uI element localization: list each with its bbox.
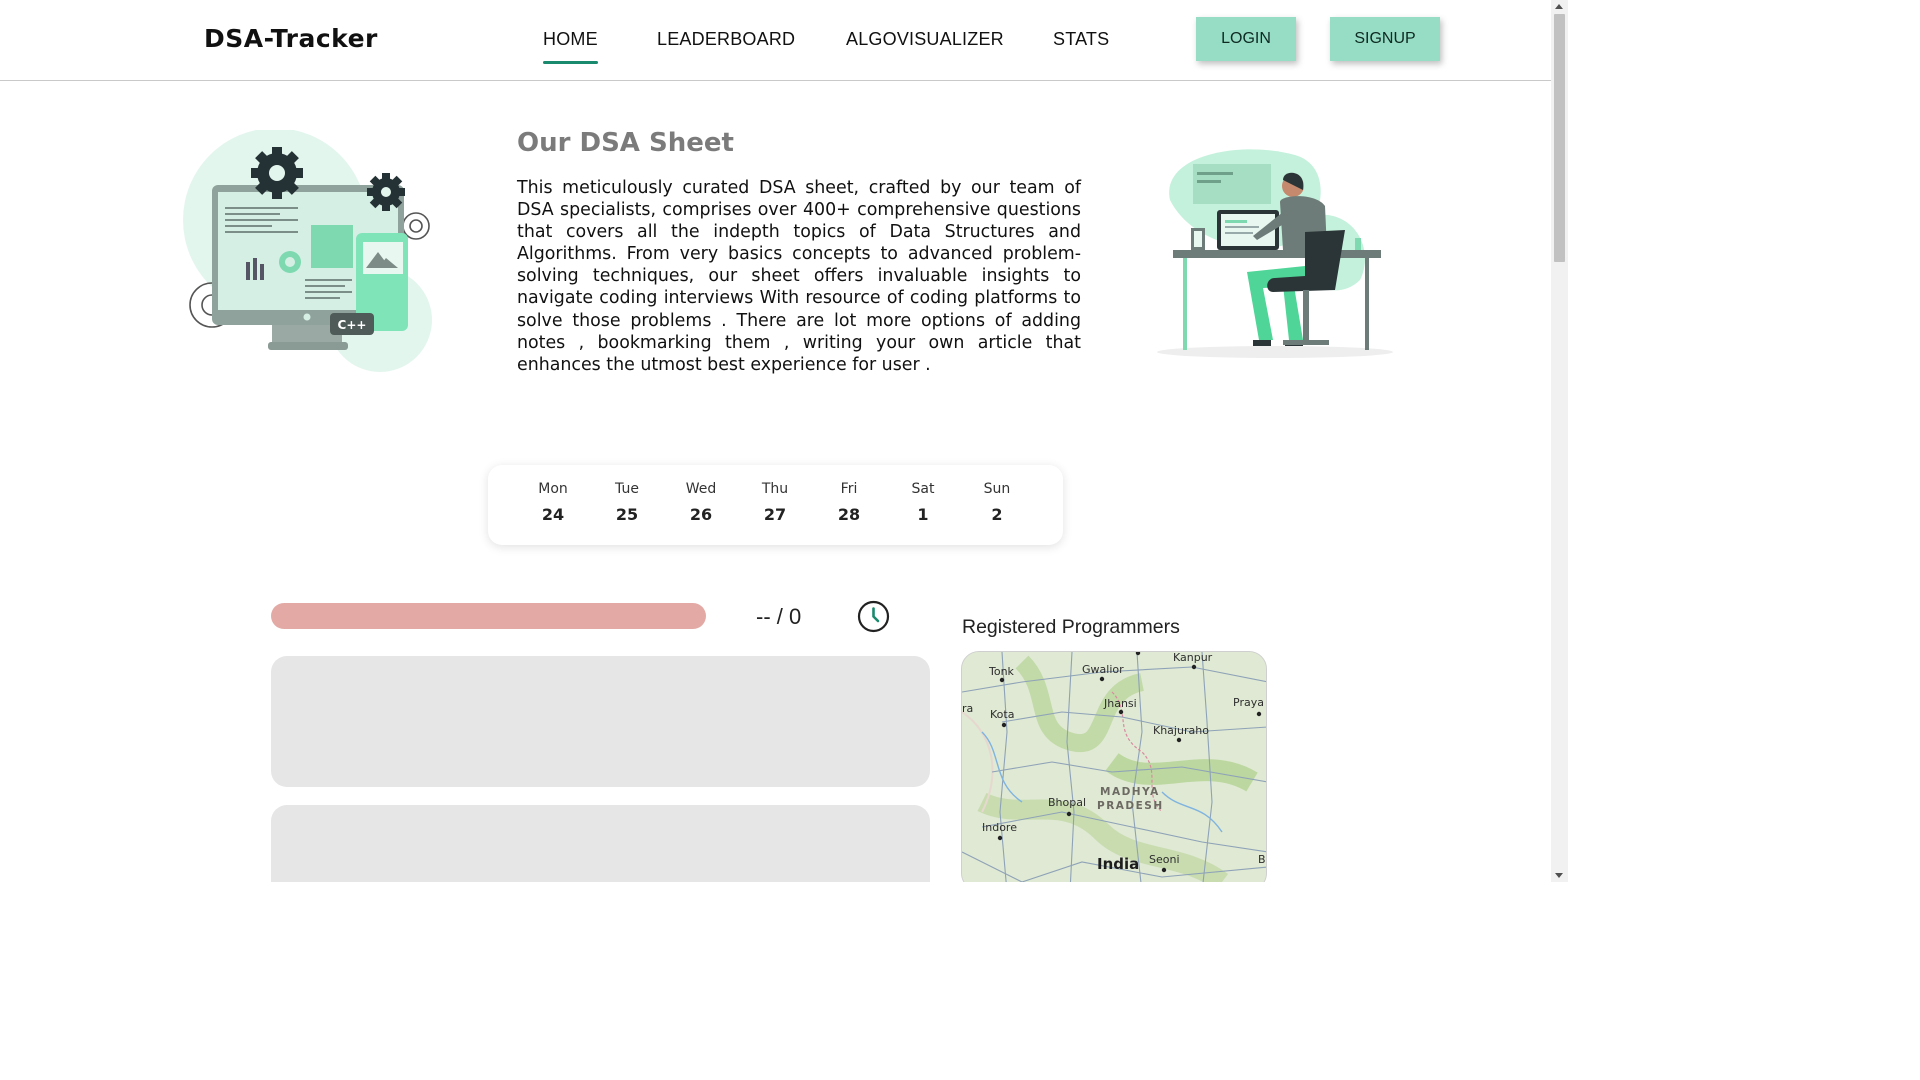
map-city-label: Khajuraho bbox=[1153, 724, 1209, 737]
navbar: DSA-Tracker HOME LEADERBOARD ALGOVISUALI… bbox=[0, 0, 1551, 81]
calendar-day-name: Sun bbox=[983, 481, 1011, 497]
calendar-day-date: 27 bbox=[763, 505, 787, 524]
calendar-day-name: Sat bbox=[911, 481, 935, 497]
progress-bar bbox=[271, 603, 706, 629]
page: DSA-Tracker HOME LEADERBOARD ALGOVISUALI… bbox=[0, 0, 1568, 882]
map-city-label: Gwalior bbox=[1082, 663, 1124, 676]
question-card-skeleton bbox=[271, 805, 930, 882]
calendar-day-fri[interactable]: Fri 28 bbox=[819, 481, 879, 524]
scroll-down-arrow-icon[interactable] bbox=[1555, 873, 1563, 878]
cpp-badge: C++ bbox=[337, 318, 367, 332]
calendar-day-name: Mon bbox=[538, 481, 568, 497]
map-city-label: Tonk bbox=[989, 665, 1014, 678]
progress-count: -- / 0 bbox=[756, 604, 802, 629]
nav-link-stats[interactable]: STATS bbox=[1053, 29, 1109, 50]
hero-title: Our DSA Sheet bbox=[517, 128, 734, 158]
person-at-desk-illustration bbox=[1157, 149, 1393, 358]
nav-link-algovisualizer[interactable]: ALGOVISUALIZER bbox=[846, 29, 1004, 50]
calendar-day-date: 24 bbox=[541, 505, 565, 524]
login-button[interactable]: LOGIN bbox=[1196, 17, 1296, 61]
week-calendar: Mon 24 Tue 25 Wed 26 Thu 27 Fri 28 Sat 1… bbox=[488, 465, 1063, 545]
map-city-label: ra bbox=[962, 702, 974, 715]
calendar-day-name: Tue bbox=[615, 481, 639, 497]
map-city-label: Seoni bbox=[1149, 853, 1180, 866]
calendar-day-date: 26 bbox=[689, 505, 713, 524]
map-city-label: Jhansi bbox=[1104, 697, 1137, 710]
registered-programmers-title: Registered Programmers bbox=[962, 616, 1180, 638]
map-city-label: Praya bbox=[1233, 696, 1264, 709]
brand-logo[interactable]: DSA-Tracker bbox=[204, 24, 378, 53]
calendar-day-thu[interactable]: Thu 27 bbox=[745, 481, 805, 524]
map-city-label: B bbox=[1258, 853, 1266, 866]
calendar-day-date: 2 bbox=[991, 505, 1003, 524]
calendar-day-wed[interactable]: Wed 26 bbox=[671, 481, 731, 524]
calendar-day-sat[interactable]: Sat 1 bbox=[893, 481, 953, 524]
map-city-label: Bhopal bbox=[1048, 796, 1087, 809]
question-card-skeleton bbox=[271, 656, 930, 787]
map-city-label: Indore bbox=[982, 821, 1017, 834]
clock-icon[interactable] bbox=[857, 600, 890, 633]
calendar-day-tue[interactable]: Tue 25 bbox=[597, 481, 657, 524]
calendar-day-date: 28 bbox=[837, 505, 861, 524]
scroll-thumb[interactable] bbox=[1554, 14, 1565, 262]
calendar-day-sun[interactable]: Sun 2 bbox=[967, 481, 1027, 524]
calendar-day-date: 1 bbox=[917, 505, 929, 524]
hero-description: This meticulously curated DSA sheet, cra… bbox=[517, 178, 1081, 375]
calendar-day-name: Fri bbox=[840, 481, 858, 497]
calendar-day-date: 25 bbox=[615, 505, 639, 524]
map-city-label: Kanpur bbox=[1173, 651, 1213, 664]
page-scrollbar[interactable] bbox=[1551, 0, 1568, 882]
computer-gears-illustration bbox=[183, 130, 432, 372]
registered-programmers-map[interactable]: Tonk Gwalior Kanpur Kota Jhansi Praya Kh… bbox=[961, 651, 1267, 882]
scroll-up-arrow-icon[interactable] bbox=[1555, 4, 1563, 9]
nav-link-home[interactable]: HOME bbox=[543, 29, 598, 64]
calendar-day-name: Wed bbox=[685, 481, 717, 497]
calendar-day-name: Thu bbox=[761, 481, 789, 497]
map-region-label: MADHYA bbox=[1100, 786, 1160, 798]
signup-button[interactable]: SIGNUP bbox=[1330, 17, 1440, 61]
map-terrain bbox=[962, 652, 1266, 882]
nav-link-leaderboard[interactable]: LEADERBOARD bbox=[657, 29, 795, 50]
map-city-label: Kota bbox=[990, 708, 1015, 721]
map-region-label: PRADESH bbox=[1097, 800, 1164, 812]
map-country-label: India bbox=[1097, 855, 1140, 873]
calendar-day-mon[interactable]: Mon 24 bbox=[523, 481, 583, 524]
